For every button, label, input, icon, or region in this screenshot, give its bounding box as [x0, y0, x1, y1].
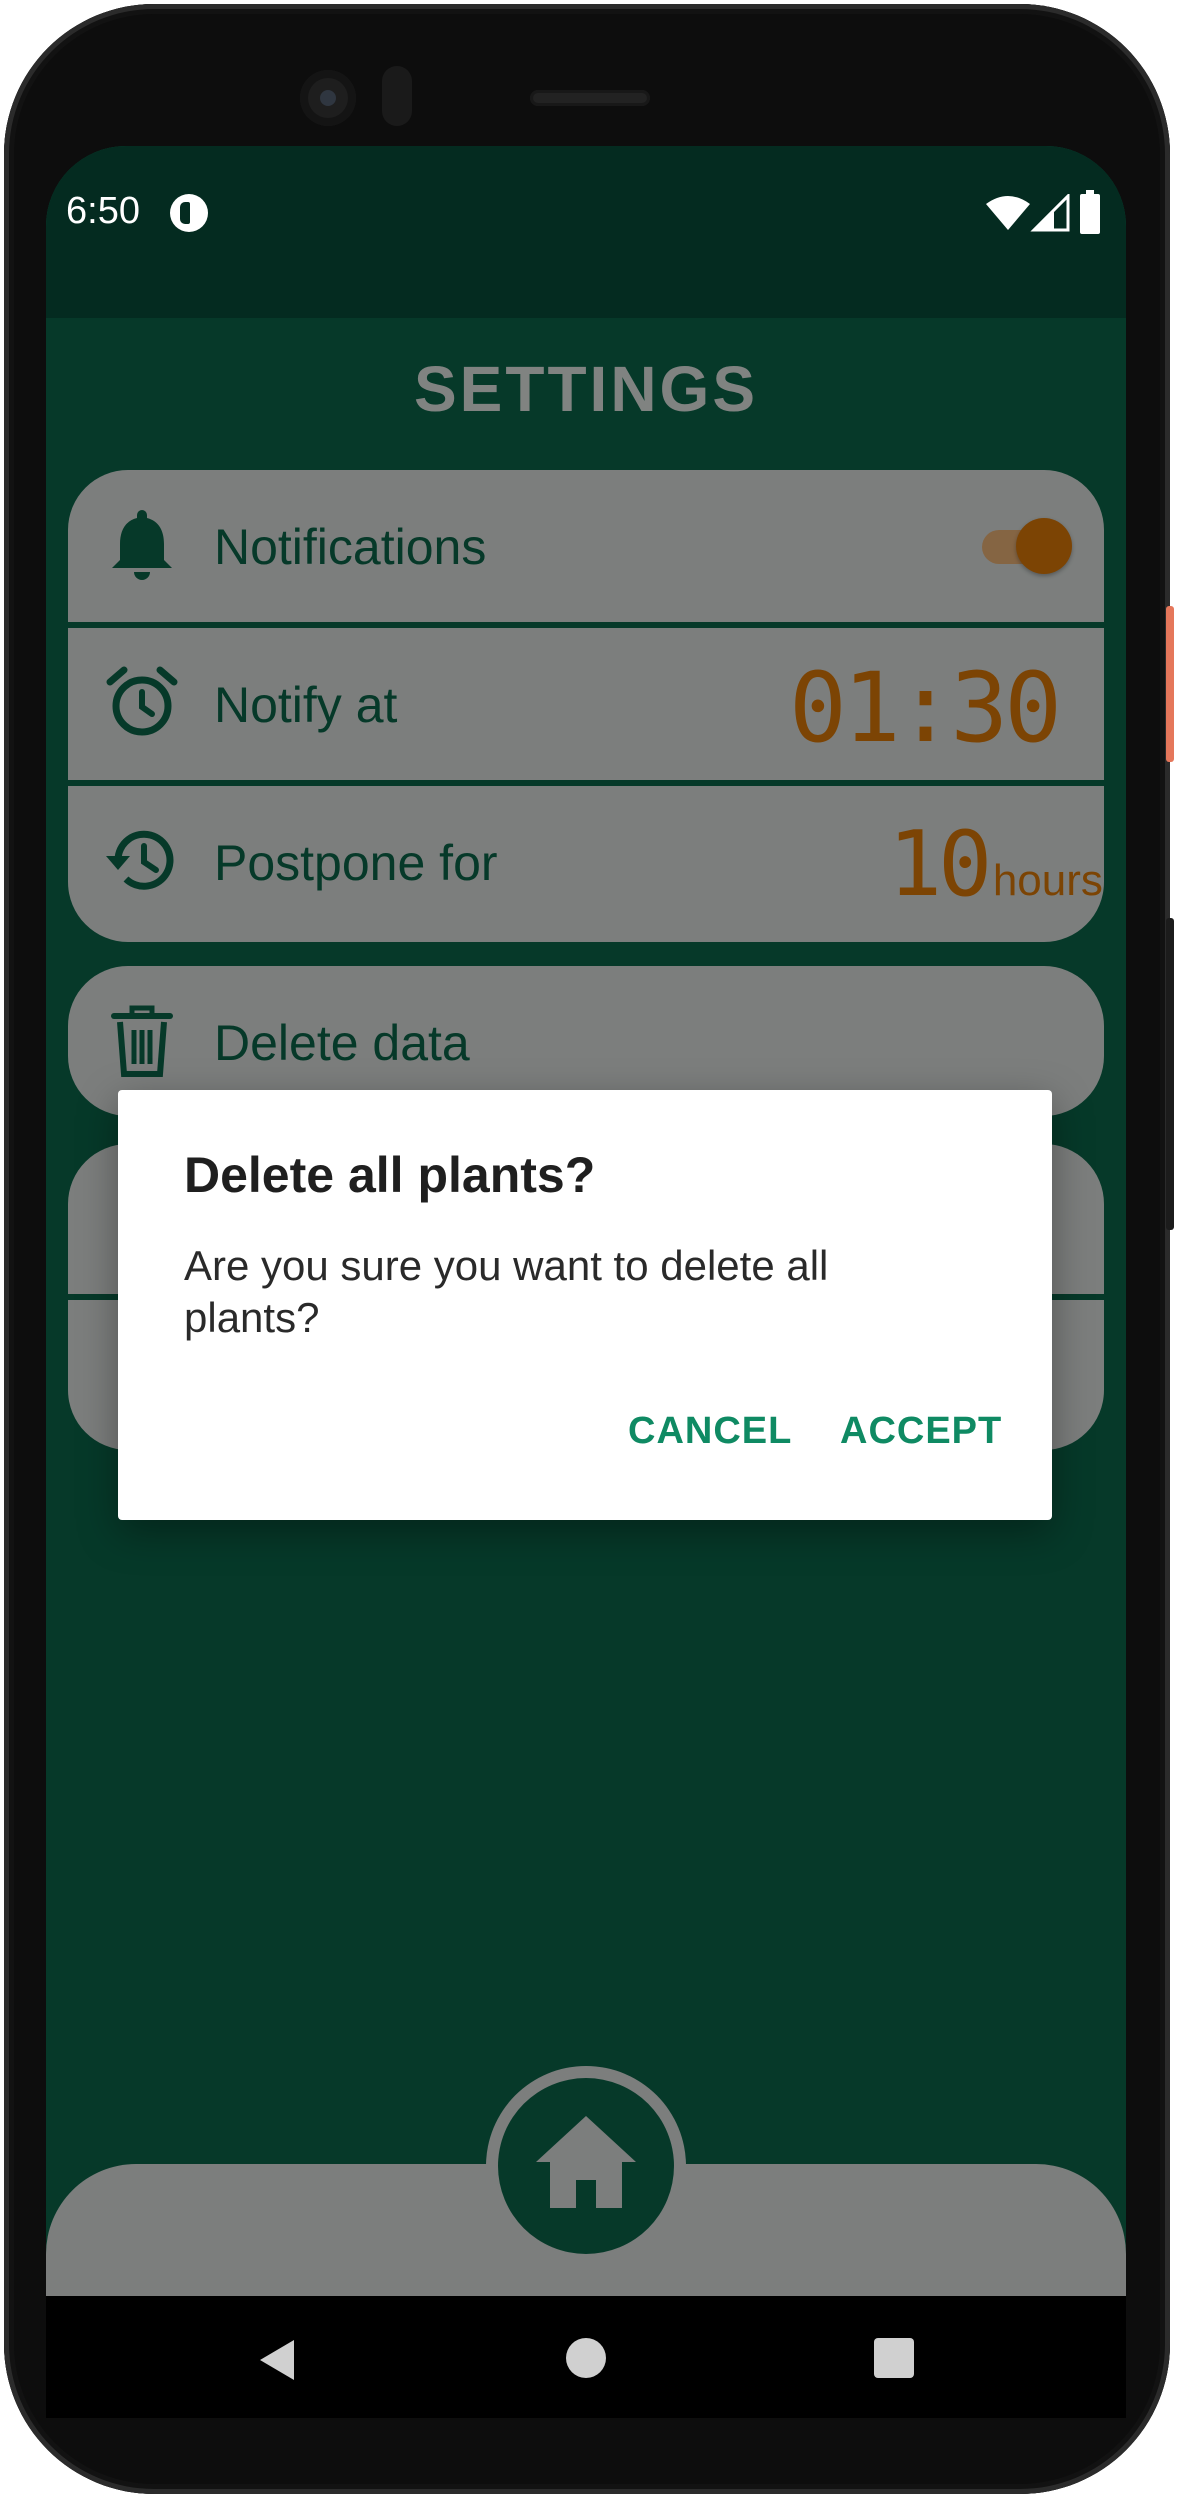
battery-icon [1080, 190, 1100, 234]
signal-icon [1030, 194, 1070, 232]
power-button [1166, 606, 1174, 762]
app-notification-icon [170, 194, 208, 232]
accept-button[interactable]: ACCEPT [840, 1410, 1002, 1453]
recents-icon[interactable] [874, 2338, 914, 2378]
system-navigation-bar [46, 2296, 1126, 2418]
earpiece-speaker [530, 90, 650, 106]
dialog-title: Delete all plants? [184, 1147, 596, 1203]
dialog-message: Are you sure you want to delete all plan… [184, 1242, 829, 1341]
camera-lens [320, 90, 336, 106]
system-home-icon[interactable] [566, 2338, 606, 2378]
status-bar: 6:50 [46, 146, 1126, 318]
front-camera [300, 70, 356, 126]
delete-confirmation-dialog: Delete all plants? Are you sure you want… [118, 1090, 1052, 1520]
status-time: 6:50 [66, 190, 140, 232]
proximity-sensor [382, 66, 412, 126]
cancel-button[interactable]: CANCEL [628, 1410, 792, 1453]
wifi-icon [986, 196, 1030, 230]
volume-button [1166, 918, 1174, 1230]
back-icon[interactable] [256, 2338, 296, 2382]
